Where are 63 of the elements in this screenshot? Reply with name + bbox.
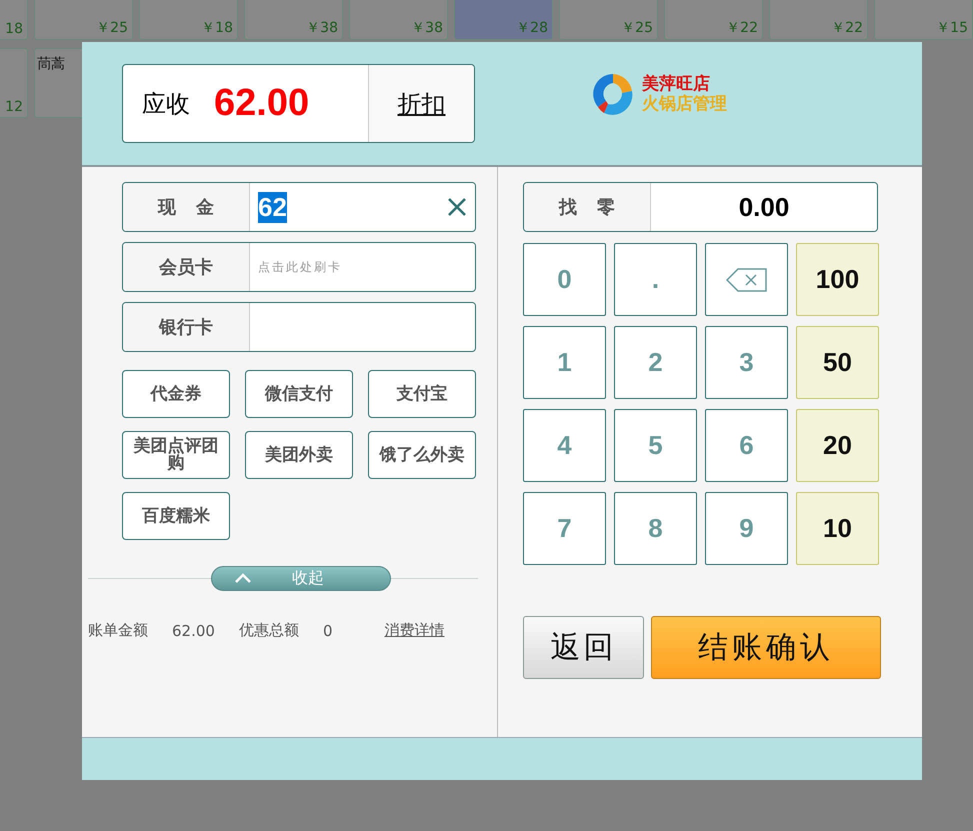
- dish-price: ￥22: [726, 19, 758, 37]
- receivable-amount: 62.00: [214, 82, 310, 125]
- dish-tile[interactable]: ￥38: [244, 0, 343, 40]
- summary-label: 优惠总额: [238, 621, 299, 640]
- amount-key[interactable]: 100: [796, 243, 879, 316]
- summary-value: 0: [322, 622, 332, 640]
- backspace-icon: [726, 268, 768, 292]
- amount-key[interactable]: 20: [796, 409, 879, 482]
- dish-tile[interactable]: ￥25: [559, 0, 658, 40]
- dish-tile[interactable]: ￥22: [769, 0, 868, 40]
- dish-tile[interactable]: ￥28: [454, 0, 553, 40]
- digit-key[interactable]: 2: [614, 326, 697, 399]
- digit-key[interactable]: 0: [523, 243, 606, 316]
- digit-key[interactable]: 5: [614, 409, 697, 482]
- collapse-button[interactable]: 收起: [211, 566, 391, 590]
- dish-tile[interactable]: ￥18: [139, 0, 238, 40]
- dish-price: 12: [5, 99, 23, 115]
- dish-price: ￥22: [831, 19, 863, 37]
- dish-price: ￥18: [201, 19, 233, 37]
- logo-title: 美萍旺店: [642, 74, 711, 94]
- dish-tile[interactable]: ￥22: [664, 0, 763, 40]
- payment-method-button[interactable]: 支付宝: [368, 370, 476, 418]
- dish-price: ￥38: [411, 19, 443, 37]
- chevron-up-icon: [234, 572, 252, 584]
- change-value: 0.00: [651, 183, 877, 231]
- digit-key[interactable]: 7: [523, 492, 606, 565]
- payment-method-button[interactable]: 美团点评团购: [122, 431, 230, 479]
- receivable-label: 应收: [142, 88, 190, 120]
- logo-subtitle: 火锅店管理: [642, 94, 727, 114]
- digit-key[interactable]: .: [614, 243, 697, 316]
- back-button[interactable]: 返回: [523, 616, 644, 679]
- summary-label: 账单金额: [88, 621, 148, 640]
- dish-tile[interactable]: 18: [0, 0, 28, 40]
- payment-method-button[interactable]: 微信支付: [245, 370, 353, 418]
- field-label: 找 零: [524, 183, 651, 231]
- dish-tile[interactable]: ￥38: [349, 0, 448, 40]
- payment-method-button[interactable]: 美团外卖: [245, 431, 353, 479]
- payment-method-button[interactable]: 饿了么外卖: [368, 431, 476, 479]
- digit-key[interactable]: 4: [523, 409, 606, 482]
- dish-price: ￥28: [516, 19, 548, 37]
- payment-method-button[interactable]: 百度糯米: [122, 492, 230, 540]
- dish-tile[interactable]: ￥25: [34, 0, 133, 40]
- digit-key[interactable]: 9: [705, 492, 788, 565]
- digit-key[interactable]: 6: [705, 409, 788, 482]
- dish-tile[interactable]: ￥15: [874, 0, 973, 40]
- amount-key[interactable]: 50: [796, 326, 879, 399]
- amount-key[interactable]: 10: [796, 492, 879, 565]
- discount-button[interactable]: 折扣: [368, 65, 474, 142]
- payment-method-button[interactable]: 代金券: [122, 370, 230, 418]
- backspace-key[interactable]: [705, 243, 788, 316]
- details-link[interactable]: 消费详情: [384, 621, 444, 640]
- dish-tile[interactable]: 12: [0, 48, 28, 118]
- dish-name: 茼蒿: [37, 55, 65, 73]
- dish-price: ￥25: [96, 19, 128, 37]
- digit-key[interactable]: 8: [614, 492, 697, 565]
- digit-key[interactable]: 1: [523, 326, 606, 399]
- summary-value: 62.00: [172, 622, 215, 640]
- dish-price: ￥25: [621, 19, 653, 37]
- confirm-checkout-button[interactable]: 结账确认: [651, 616, 881, 679]
- dish-price: 18: [5, 21, 23, 37]
- digit-key[interactable]: 3: [705, 326, 788, 399]
- dish-price: ￥38: [306, 19, 338, 37]
- dish-price: ￥15: [936, 19, 968, 37]
